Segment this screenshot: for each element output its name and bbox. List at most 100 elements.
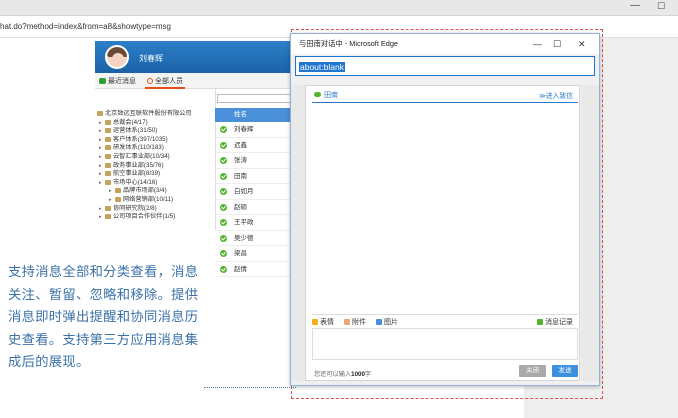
online-status-icon <box>220 172 227 180</box>
tree-item[interactable]: ▸ 政务事业部(35/76) <box>95 162 215 171</box>
paperclip-icon <box>344 319 350 325</box>
chat-bubble-icon <box>314 92 321 97</box>
popup-close-icon[interactable]: ✕ <box>578 34 586 54</box>
tree-item[interactable]: ▸ 品牌市场部(3/4) <box>95 187 215 196</box>
online-status-icon <box>220 265 227 273</box>
tree-item[interactable]: ▸ 网络营销部(10/11) <box>95 196 215 205</box>
address-text: hat.do?method=index&from=a8&showtype=msg <box>0 22 171 31</box>
description-line: 支持消息全部和分类查看，消息 <box>8 264 199 279</box>
person-name: 吴少德 <box>234 234 254 242</box>
attach-button[interactable]: 附件 <box>344 317 366 327</box>
person-name: 刘春辉 <box>234 126 254 133</box>
history-icon <box>537 319 543 325</box>
messenger-panel: 刘春辉 最近消息 全部人员 ⌕ 北京致远互联软件股份有限公司▸总裁会(4/17)… <box>95 41 305 277</box>
send-button[interactable]: 发送 <box>552 365 578 377</box>
expand-arrow-icon[interactable]: ▸ <box>99 119 102 128</box>
folder-icon <box>105 162 111 168</box>
tree-item-label: 网络营销部(10/11) <box>123 195 174 203</box>
folder-icon <box>105 145 111 151</box>
folder-icon <box>105 153 111 159</box>
tree-item[interactable]: ▸ 总裁会(4/17) <box>95 119 215 128</box>
tree-item-label: 北京致远互联软件股份有限公司 <box>105 110 192 117</box>
popup-address-bar[interactable]: about:blank <box>295 56 595 76</box>
person-name: 王平政 <box>234 219 254 226</box>
online-status-icon <box>220 157 227 164</box>
avatar[interactable] <box>105 45 129 69</box>
expand-arrow-icon[interactable]: ▸ <box>99 213 102 222</box>
chat-popup-window: 与田南对话中 - Microsoft Edge — ☐ ✕ about:blan… <box>290 33 600 386</box>
folder-icon <box>115 196 121 202</box>
folder-icon <box>105 128 111 134</box>
emoji-button[interactable]: 表情 <box>312 317 334 327</box>
close-button[interactable]: 关闭 <box>519 365 546 377</box>
expand-arrow-icon[interactable]: ▸ <box>109 196 112 205</box>
folder-icon <box>105 171 111 177</box>
tab-all-people[interactable]: 全部人员 <box>145 76 185 89</box>
folder-icon <box>105 179 111 185</box>
tree-item-label: 客户体系(397/1035) <box>113 135 168 143</box>
expand-arrow-icon[interactable]: ▸ <box>99 144 102 153</box>
folder-icon <box>105 214 111 220</box>
expand-arrow-icon[interactable]: ▸ <box>99 136 102 145</box>
history-button[interactable]: 消息记录 <box>537 317 573 327</box>
message-area <box>312 104 578 311</box>
expand-arrow-icon[interactable]: ▸ <box>99 162 102 171</box>
expand-arrow-icon[interactable]: ▸ <box>99 205 102 214</box>
expand-arrow-icon[interactable]: ▸ <box>99 127 102 136</box>
person-name: 梁昌 <box>234 250 247 257</box>
chat-tab[interactable]: 田南 <box>314 89 338 103</box>
person-name: 赵硕 <box>234 203 247 211</box>
divider <box>204 387 296 388</box>
description-line: 消息即时弹出提醒和协同消息历 <box>8 309 199 324</box>
image-icon <box>376 319 382 325</box>
folder-icon <box>105 119 111 125</box>
chat-toolbar: 表情 附件 图片 消息记录 <box>312 314 578 326</box>
online-status-icon <box>220 203 227 211</box>
online-status-icon <box>220 141 227 149</box>
expand-arrow-icon[interactable]: ▸ <box>109 187 112 196</box>
tree-item[interactable]: ▸ 研发体系(110/183) <box>95 144 215 153</box>
tree-item-label: 政务事业部(35/76) <box>113 161 164 169</box>
tree-item[interactable]: ▸ 云智汇事业部(10/34) <box>95 153 215 162</box>
tab-recent-messages[interactable]: 最近消息 <box>99 76 136 86</box>
user-header: 刘春辉 <box>95 41 305 73</box>
folder-icon <box>97 111 103 116</box>
description-line: 史查看。支持第三方应用消息集 <box>8 331 199 347</box>
expand-arrow-icon[interactable]: ▸ <box>99 153 102 162</box>
tree-item[interactable]: 北京致远互联软件股份有限公司 <box>95 110 215 119</box>
popup-address-text: about:blank <box>299 62 345 72</box>
tree-item[interactable]: ▸ 运营体系(31/50) <box>95 127 215 136</box>
tree-item-label: 市场中心(14/16) <box>113 178 158 186</box>
expand-arrow-icon[interactable]: ▸ <box>99 179 102 188</box>
tree-item[interactable]: ▸ 航空事业部(8/39) <box>95 170 215 179</box>
message-input[interactable] <box>312 328 578 360</box>
description-line: 关注、暂留、忽略和移除。提供 <box>8 286 199 302</box>
tree-item-label: 总裁会(4/17) <box>113 118 148 126</box>
online-status-icon <box>220 234 227 242</box>
image-button[interactable]: 图片 <box>376 317 398 327</box>
emoji-icon <box>312 319 318 325</box>
online-status-icon <box>220 219 227 226</box>
popup-minimize-icon[interactable]: — <box>533 34 542 54</box>
input-char-tip: 您还可以输入1000字 <box>314 371 372 378</box>
popup-maximize-icon[interactable]: ☐ <box>553 34 561 54</box>
online-status-icon <box>220 250 227 257</box>
tree-item-label: 协同研究院(2/8) <box>113 204 157 212</box>
tree-item-label: 运营体系(31/50) <box>113 127 158 135</box>
enter-zhixin-link[interactable]: ≫进入致信 <box>539 90 573 100</box>
tree-item-label: 公司项目合作伙伴(1/5) <box>113 213 176 221</box>
expand-arrow-icon[interactable]: ▸ <box>99 170 102 179</box>
minimize-icon[interactable]: — <box>628 1 642 13</box>
maximize-icon[interactable]: ☐ <box>654 1 668 13</box>
tree-item[interactable]: ▸ 协同研究院(2/8) <box>95 205 215 214</box>
tree-item-label: 品牌市场部(3/4) <box>123 187 167 195</box>
person-name: 张涛 <box>234 157 247 164</box>
description-line: 成后的展现。 <box>8 354 90 369</box>
tree-item-label: 航空事业部(8/39) <box>113 170 161 178</box>
person-name: 赵倩 <box>234 265 247 273</box>
person-name: 白如月 <box>234 188 254 195</box>
panel-tabs: 最近消息 全部人员 <box>95 73 305 89</box>
chat-icon <box>99 78 106 84</box>
tree-item-label: 云智汇事业部(10/34) <box>113 152 170 160</box>
tree-item[interactable]: ▸ 公司项目合作伙伴(1/5) <box>95 213 215 222</box>
